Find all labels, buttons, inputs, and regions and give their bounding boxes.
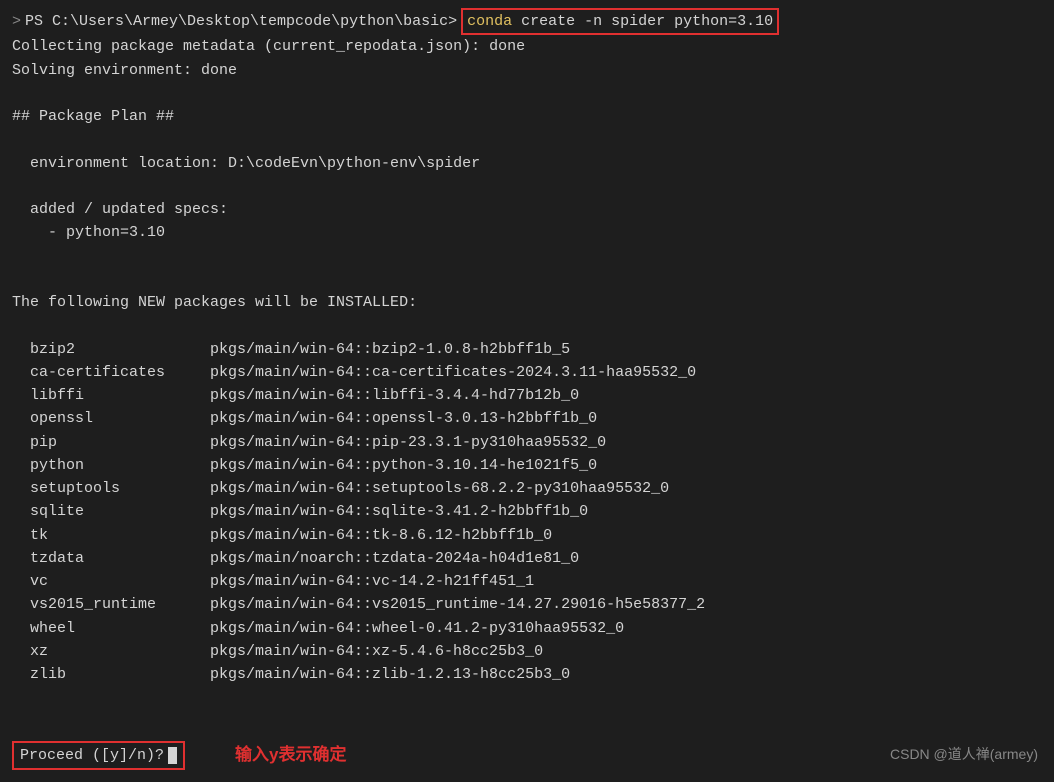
blank-line: [12, 245, 1042, 268]
package-spec: pkgs/main/win-64::vc-14.2-h21ff451_1: [210, 570, 534, 593]
package-spec: pkgs/main/win-64::zlib-1.2.13-h8cc25b3_0: [210, 663, 570, 686]
package-name: bzip2: [30, 338, 210, 361]
package-row: pythonpkgs/main/win-64::python-3.10.14-h…: [30, 454, 1042, 477]
package-row: setuptoolspkgs/main/win-64::setuptools-6…: [30, 477, 1042, 500]
package-row: sqlitepkgs/main/win-64::sqlite-3.41.2-h2…: [30, 500, 1042, 523]
package-row: vcpkgs/main/win-64::vc-14.2-h21ff451_1: [30, 570, 1042, 593]
blank-line: [12, 686, 1042, 709]
blank-line: [12, 268, 1042, 291]
package-spec: pkgs/main/win-64::openssl-3.0.13-h2bbff1…: [210, 407, 597, 430]
proceed-highlight-box: Proceed ([y]/n)?: [12, 741, 185, 770]
package-name: pip: [30, 431, 210, 454]
package-name: xz: [30, 640, 210, 663]
package-spec: pkgs/main/win-64::bzip2-1.0.8-h2bbff1b_5: [210, 338, 570, 361]
package-plan-heading: ## Package Plan ##: [12, 105, 1042, 128]
package-spec: pkgs/main/win-64::pip-23.3.1-py310haa955…: [210, 431, 606, 454]
package-spec: pkgs/main/win-64::xz-5.4.6-h8cc25b3_0: [210, 640, 543, 663]
package-name: tk: [30, 524, 210, 547]
package-name: sqlite: [30, 500, 210, 523]
package-name: vc: [30, 570, 210, 593]
package-row: tkpkgs/main/win-64::tk-8.6.12-h2bbff1b_0: [30, 524, 1042, 547]
env-location-line: environment location: D:\codeEvn\python-…: [12, 152, 1042, 175]
prompt-path: PS C:\Users\Armey\Desktop\tempcode\pytho…: [25, 10, 457, 33]
package-row: wheelpkgs/main/win-64::wheel-0.41.2-py31…: [30, 617, 1042, 640]
blank-line: [12, 314, 1042, 337]
package-name: ca-certificates: [30, 361, 210, 384]
blank-line: [12, 82, 1042, 105]
package-spec: pkgs/main/noarch::tzdata-2024a-h04d1e81_…: [210, 547, 579, 570]
command-keyword: conda: [467, 13, 512, 30]
package-row: xzpkgs/main/win-64::xz-5.4.6-h8cc25b3_0: [30, 640, 1042, 663]
package-spec: pkgs/main/win-64::ca-certificates-2024.3…: [210, 361, 696, 384]
command-highlight-box: conda create -n spider python=3.10: [461, 8, 779, 35]
package-row: zlibpkgs/main/win-64::zlib-1.2.13-h8cc25…: [30, 663, 1042, 686]
specs-heading: added / updated specs:: [12, 198, 1042, 221]
package-spec: pkgs/main/win-64::setuptools-68.2.2-py31…: [210, 477, 669, 500]
package-spec: pkgs/main/win-64::tk-8.6.12-h2bbff1b_0: [210, 524, 552, 547]
package-spec: pkgs/main/win-64::sqlite-3.41.2-h2bbff1b…: [210, 500, 588, 523]
package-name: zlib: [30, 663, 210, 686]
package-name: openssl: [30, 407, 210, 430]
blank-line: [12, 175, 1042, 198]
collecting-metadata-line: Collecting package metadata (current_rep…: [12, 35, 1042, 58]
new-packages-heading: The following NEW packages will be INSTA…: [12, 291, 1042, 314]
package-row: tzdatapkgs/main/noarch::tzdata-2024a-h04…: [30, 547, 1042, 570]
package-row: libffipkgs/main/win-64::libffi-3.4.4-hd7…: [30, 384, 1042, 407]
prompt-marker: >: [12, 10, 21, 33]
package-row: pippkgs/main/win-64::pip-23.3.1-py310haa…: [30, 431, 1042, 454]
package-spec: pkgs/main/win-64::vs2015_runtime-14.27.2…: [210, 593, 705, 616]
package-spec: pkgs/main/win-64::libffi-3.4.4-hd77b12b_…: [210, 384, 579, 407]
solving-env-line: Solving environment: done: [12, 59, 1042, 82]
package-row: opensslpkgs/main/win-64::openssl-3.0.13-…: [30, 407, 1042, 430]
package-name: tzdata: [30, 547, 210, 570]
cursor[interactable]: [168, 747, 177, 764]
package-row: vs2015_runtimepkgs/main/win-64::vs2015_r…: [30, 593, 1042, 616]
package-name: libffi: [30, 384, 210, 407]
blank-line: [12, 128, 1042, 151]
package-row: bzip2pkgs/main/win-64::bzip2-1.0.8-h2bbf…: [30, 338, 1042, 361]
annotation-text: 输入y表示确定: [235, 742, 346, 768]
package-name: python: [30, 454, 210, 477]
terminal[interactable]: > PS C:\Users\Armey\Desktop\tempcode\pyt…: [12, 8, 1042, 770]
command-args: create -n spider python=3.10: [512, 13, 773, 30]
package-table: bzip2pkgs/main/win-64::bzip2-1.0.8-h2bbf…: [12, 338, 1042, 687]
blank-line: [12, 710, 1042, 733]
package-spec: pkgs/main/win-64::wheel-0.41.2-py310haa9…: [210, 617, 624, 640]
proceed-row: Proceed ([y]/n)? 输入y表示确定: [12, 741, 1042, 770]
prompt-line: > PS C:\Users\Armey\Desktop\tempcode\pyt…: [12, 8, 1042, 35]
package-name: vs2015_runtime: [30, 593, 210, 616]
package-row: ca-certificatespkgs/main/win-64::ca-cert…: [30, 361, 1042, 384]
specs-item: - python=3.10: [12, 221, 1042, 244]
package-name: wheel: [30, 617, 210, 640]
package-spec: pkgs/main/win-64::python-3.10.14-he1021f…: [210, 454, 597, 477]
proceed-prompt-text: Proceed ([y]/n)?: [20, 744, 164, 767]
package-name: setuptools: [30, 477, 210, 500]
watermark: CSDN @道人禅(armey): [890, 744, 1038, 766]
